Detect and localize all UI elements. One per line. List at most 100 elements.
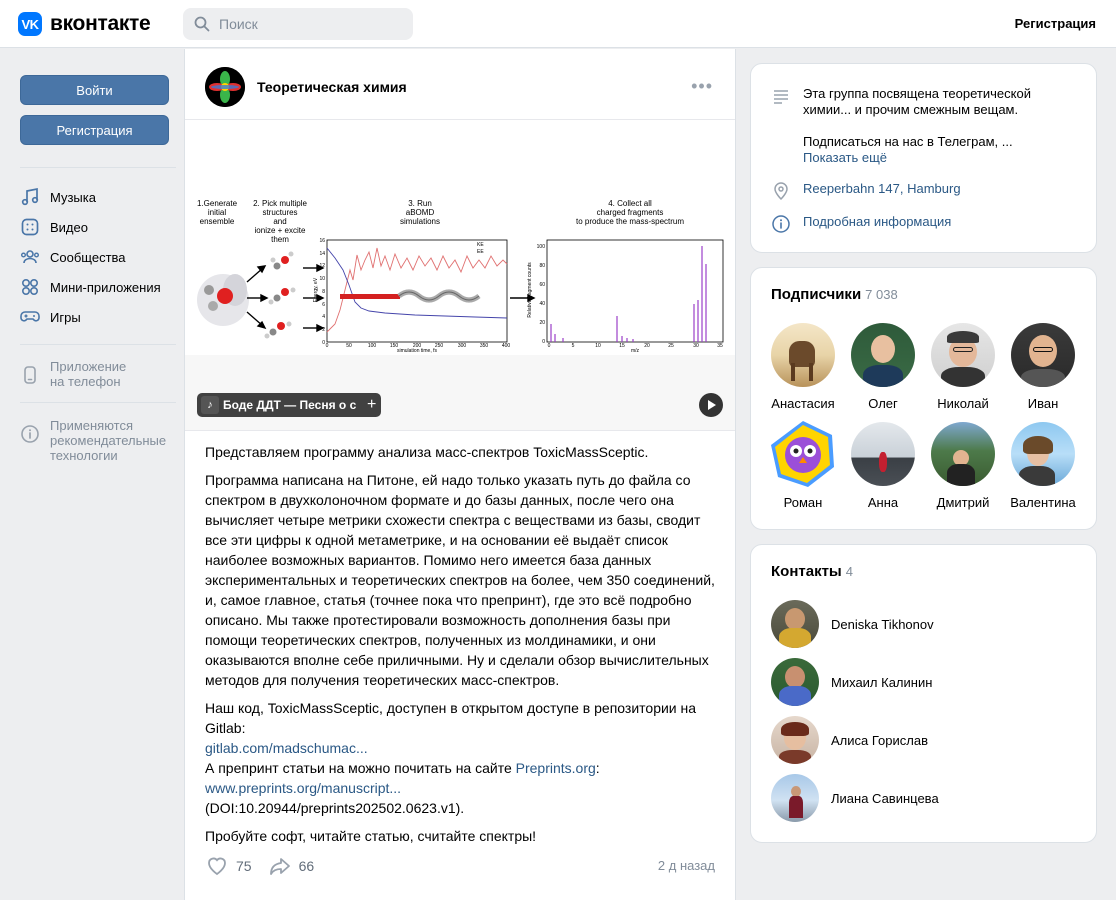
subscriber-name: Роман [783, 495, 823, 510]
step2-caption: 2. Pick multiple structures and ionize + ex… [253, 199, 307, 244]
svg-text:0: 0 [326, 343, 329, 349]
subscriber-item[interactable]: Олег [843, 323, 923, 411]
group-avatar[interactable] [205, 67, 245, 107]
contact-item[interactable]: Deniska Tikhonov [771, 600, 934, 648]
share-icon [269, 858, 290, 875]
mobile-app-line1: Приложение [50, 359, 127, 374]
sidebar-item-mini-apps[interactable]: Мини-приложения [20, 276, 161, 298]
group-description: Эта группа посвящена теоретической химии… [803, 86, 1031, 117]
preprint-link[interactable]: www.preprints.org/manuscript... [205, 780, 401, 796]
details-row[interactable]: Подробная информация [771, 214, 1071, 234]
address-link[interactable]: Reeperbahn 147, Hamburg [803, 181, 961, 201]
svg-text:400: 400 [502, 343, 511, 349]
subscriber-name: Дмитрий [936, 495, 990, 510]
sidebar-item-music[interactable]: Музыка [20, 186, 96, 208]
add-audio-icon[interactable]: + [367, 396, 376, 414]
music-note-icon: ♪ [201, 396, 219, 414]
show-more-link[interactable]: Показать ещё [803, 150, 887, 165]
avatar [851, 323, 915, 387]
search-input[interactable] [219, 16, 399, 32]
post-paragraph: Представляем программу анализа масс-спек… [205, 444, 649, 460]
contact-name: Лиана Савинцева [831, 790, 939, 806]
post-text: Представляем программу анализа масс-спек… [205, 442, 720, 854]
post-image[interactable]: 1.Generate initial ensemble 2. Pick multip… [185, 120, 735, 430]
sidebar-item-video[interactable]: Видео [20, 216, 88, 238]
search-box[interactable] [183, 8, 413, 40]
info-icon [772, 215, 790, 233]
subscriber-item[interactable]: Анна [843, 422, 923, 510]
sidebar-divider [20, 344, 176, 345]
spectrum-yticks: 100 80 60 40 20 0 [537, 244, 546, 345]
group-name[interactable]: Теоретическая химия [257, 79, 407, 95]
text-lines-icon [774, 90, 788, 104]
subscriber-item[interactable]: Анастасия [763, 323, 843, 411]
svg-text:250: 250 [435, 343, 444, 349]
avatar [771, 600, 819, 648]
spectrum-xlabel: m/z [631, 348, 640, 354]
colon: : [595, 760, 600, 776]
subscriber-item[interactable]: Роман [763, 421, 843, 510]
video-icon [21, 218, 39, 236]
svg-text:5: 5 [572, 343, 575, 349]
doi-text: (DOI:10.20944/preprints202502.0623.v1). [205, 800, 465, 816]
step3-caption: 3. Run aBOMD simulations [400, 199, 440, 226]
svg-text:2: 2 [322, 327, 325, 333]
about-card: Эта группа посвящена теоретической химии… [750, 63, 1097, 253]
post-divider [185, 430, 735, 431]
post-paragraph: Программа написана на Питоне, ей надо то… [205, 472, 715, 688]
play-icon [708, 400, 716, 410]
subscriber-item[interactable]: Дмитрий [923, 422, 1003, 510]
audio-player[interactable]: ♪ Боде ДДТ — Песня о с + [197, 393, 381, 417]
post-time[interactable]: 2 д назад [658, 858, 715, 873]
header-register-link[interactable]: Регистрация [1015, 16, 1096, 31]
svg-text:12: 12 [319, 263, 325, 269]
sidebar-item-label: Видео [50, 219, 88, 235]
avatar [771, 716, 819, 764]
preprints-site-link[interactable]: Preprints.org [516, 760, 596, 776]
ee-series [326, 247, 508, 319]
register-button[interactable]: Регистрация [20, 115, 169, 145]
vk-logo[interactable]: VK вконтакте [18, 12, 151, 36]
svg-text:0: 0 [548, 343, 551, 349]
top-header: VK вконтакте Регистрация [0, 0, 1116, 48]
play-button[interactable] [699, 393, 723, 417]
svg-text:50: 50 [346, 343, 352, 349]
sidebar-item-mobile-app[interactable]: Приложение на телефон [20, 359, 126, 389]
login-button[interactable]: Войти [20, 75, 169, 105]
svg-text:8: 8 [322, 289, 325, 295]
svg-text:100: 100 [537, 244, 546, 250]
like-button[interactable]: 75 [205, 854, 252, 878]
post-header: Теоретическая химия [205, 67, 407, 107]
more-options-icon[interactable]: ••• [691, 77, 713, 95]
energy-plot: Energy, eV simulation time, fs KE EE 0 50… [313, 238, 510, 354]
gitlab-link[interactable]: gitlab.com/madschumac... [205, 740, 368, 756]
svg-text:0: 0 [542, 339, 545, 345]
share-button[interactable]: 66 [268, 854, 315, 878]
contact-item[interactable]: Лиана Савинцева [771, 774, 939, 822]
subscriber-name: Николай [937, 396, 989, 411]
post-actions: 75 66 2 д назад [205, 855, 715, 877]
avatar [851, 422, 915, 486]
music-icon [21, 187, 39, 206]
subscriber-item[interactable]: Валентина [1003, 422, 1083, 510]
subscriber-name: Валентина [1010, 495, 1076, 510]
subscriber-item[interactable]: Иван [1003, 323, 1083, 411]
svg-text:15: 15 [619, 343, 625, 349]
sidebar-item-recommendations[interactable]: Применяются рекомендательные технологии [20, 418, 166, 463]
avatar [771, 658, 819, 706]
left-sidebar: Войти Регистрация Музыка Видео Сообществ… [0, 49, 184, 900]
contact-item[interactable]: Алиса Горислав [771, 716, 928, 764]
contact-name: Алиса Горислав [831, 732, 928, 748]
sidebar-item-communities[interactable]: Сообщества [20, 246, 126, 268]
avatar [931, 323, 995, 387]
subscriber-item[interactable]: Николай [923, 323, 1003, 411]
like-count: 75 [236, 858, 252, 874]
svg-text:80: 80 [539, 263, 545, 269]
details-link[interactable]: Подробная информация [803, 214, 951, 234]
subscribers-title[interactable]: Подписчики 7 038 [771, 286, 898, 303]
rec-line3: технологии [50, 448, 118, 463]
sidebar-item-games[interactable]: Игры [20, 306, 81, 328]
share-count: 66 [298, 858, 315, 874]
contact-item[interactable]: Михаил Калинин [771, 658, 932, 706]
address-row[interactable]: Reeperbahn 147, Hamburg [771, 181, 1071, 201]
